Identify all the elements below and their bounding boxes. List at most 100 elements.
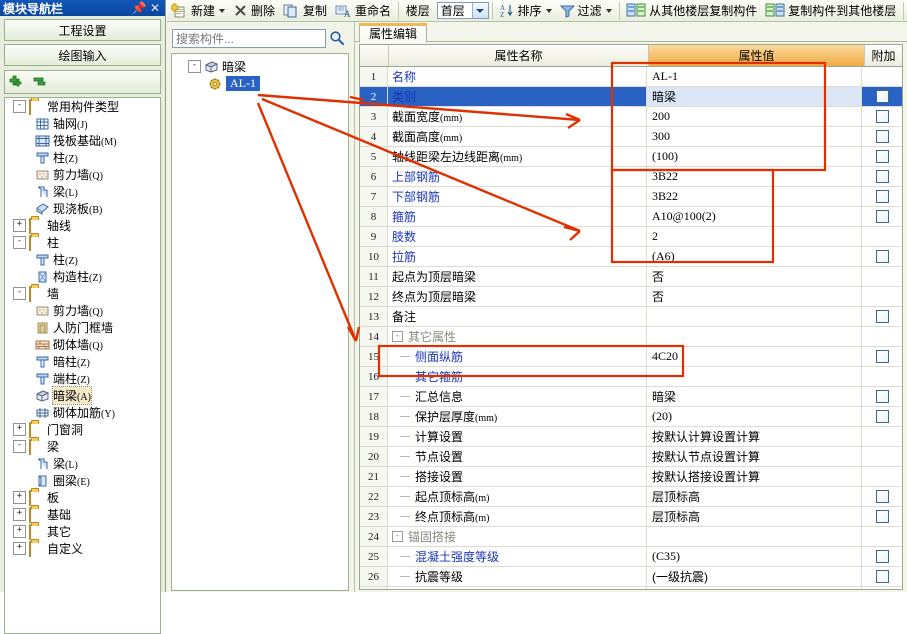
property-value-cell[interactable]: A10@100(2) <box>647 207 862 226</box>
attach-cell[interactable] <box>862 267 902 286</box>
collapse-expander-icon[interactable]: - <box>13 440 26 453</box>
module-tree-item[interactable]: + 门窗洞 <box>5 421 160 438</box>
collapse-group-icon[interactable]: - <box>392 331 403 342</box>
property-value-cell[interactable]: 3B22 <box>647 167 862 186</box>
attach-checkbox[interactable] <box>875 310 889 323</box>
nav-button-drawing-input[interactable]: 绘图输入 <box>4 44 161 66</box>
attach-checkbox[interactable] <box>875 150 889 163</box>
expand-expander-icon[interactable]: + <box>13 542 26 555</box>
property-name-cell[interactable]: 搭接设置 <box>388 467 647 486</box>
property-name-cell[interactable]: 名称 <box>388 67 647 86</box>
attach-cell[interactable] <box>862 327 902 346</box>
module-tree-item[interactable]: 砌体加筋(Y) <box>5 404 160 421</box>
module-tree-item[interactable]: 暗梁(A) <box>5 386 160 405</box>
property-value-cell[interactable]: 否 <box>647 287 862 306</box>
property-row[interactable]: 4 截面高度(mm) 300 <box>360 127 902 147</box>
chevron-down-icon[interactable] <box>605 8 612 13</box>
component-tree-item-al1[interactable]: AL-1 <box>172 75 348 92</box>
module-tree-item[interactable]: 现浇板(B) <box>5 200 160 217</box>
attach-checkbox[interactable] <box>875 390 889 403</box>
module-tree-item[interactable]: - 常用构件类型 <box>5 98 160 115</box>
property-row[interactable]: 12 终点为顶层暗梁 否 <box>360 287 902 307</box>
property-value-cell[interactable]: 否 <box>647 267 862 286</box>
attach-checkbox[interactable] <box>875 130 889 143</box>
close-icon[interactable]: ✕ <box>147 1 163 15</box>
attach-checkbox[interactable] <box>875 110 889 123</box>
property-value-cell[interactable]: 200 <box>647 107 862 126</box>
collapse-group-icon[interactable]: - <box>392 531 403 542</box>
attach-cell[interactable] <box>862 127 902 146</box>
property-name-cell[interactable]: 肢数 <box>388 227 647 246</box>
attach-checkbox[interactable] <box>875 490 889 503</box>
property-name-cell[interactable]: 终点顶标高(m) <box>388 507 647 526</box>
attach-cell[interactable] <box>862 547 902 566</box>
attach-checkbox[interactable] <box>875 210 889 223</box>
attach-cell[interactable] <box>862 347 902 366</box>
module-tree-item[interactable]: 梁(L) <box>5 455 160 472</box>
delete-button[interactable]: 删除 <box>229 1 279 21</box>
property-name-cell[interactable]: 混凝土强度等级 <box>388 547 647 566</box>
new-button[interactable]: 新建 <box>167 1 229 21</box>
expand-expander-icon[interactable]: + <box>13 491 26 504</box>
property-grid-body[interactable]: 1 名称 AL-1 2 类别 暗梁 3 截面宽度(mm) 200 4 截面高度(mm) 300 5 轴线距… <box>360 67 902 589</box>
component-tree-root[interactable]: - 暗梁 <box>172 58 348 75</box>
module-tree-item[interactable]: -梁 <box>5 438 160 455</box>
property-value-cell[interactable]: (C35) <box>647 547 862 566</box>
module-tree-item[interactable]: 剪力墙(Q) <box>5 166 160 183</box>
property-value-cell[interactable]: (33) <box>647 587 862 589</box>
module-tree[interactable]: - 常用构件类型 轴网(J) 筏板基础(M) 柱(Z) 剪力墙(Q) 梁(L) 现浇板(B) +… <box>4 97 161 634</box>
property-name-cell[interactable]: 备注 <box>388 307 647 326</box>
module-tree-item[interactable]: 筏板基础(M) <box>5 132 160 149</box>
property-row[interactable]: 17 汇总信息 暗梁 <box>360 387 902 407</box>
attach-cell[interactable] <box>862 387 902 406</box>
property-grid[interactable]: 属性名称 属性值 附加 1 名称 AL-1 2 类别 暗梁 3 截面宽度(mm) 200 4 截面高… <box>359 44 903 590</box>
property-row[interactable]: 23 终点顶标高(m) 层顶标高 <box>360 507 902 527</box>
search-input[interactable]: 搜索构件... <box>172 28 326 48</box>
expand-expander-icon[interactable]: + <box>13 219 26 232</box>
attach-cell[interactable] <box>862 87 902 106</box>
attach-checkbox[interactable] <box>875 510 889 523</box>
module-tree-item[interactable]: 圈梁(E) <box>5 472 160 489</box>
attach-cell[interactable] <box>862 207 902 226</box>
property-name-cell[interactable]: 保护层厚度(mm) <box>388 407 647 426</box>
nav-button-project-settings[interactable]: 工程设置 <box>4 19 161 41</box>
copy-from-other-floor-button[interactable]: 从其他楼层复制构件 <box>622 1 761 21</box>
copy-button[interactable]: 复制 <box>279 1 331 21</box>
property-value-cell[interactable]: 暗梁 <box>647 87 862 106</box>
property-row[interactable]: 22 起点顶标高(m) 层顶标高 <box>360 487 902 507</box>
property-name-cell[interactable]: 截面高度(mm) <box>388 127 647 146</box>
attach-cell[interactable] <box>862 447 902 466</box>
property-value-cell[interactable]: (100) <box>647 147 862 166</box>
property-name-cell[interactable]: 起点为顶层暗梁 <box>388 267 647 286</box>
sort-button[interactable]: A Z 排序 <box>496 1 556 21</box>
property-row[interactable]: 5 轴线距梁左边线距离(mm) (100) <box>360 147 902 167</box>
module-tree-item[interactable]: 梁(L) <box>5 183 160 200</box>
module-tree-item[interactable]: 轴网(J) <box>5 115 160 132</box>
module-tree-item[interactable]: 剪力墙(Q) <box>5 302 160 319</box>
property-value-cell[interactable]: 按默认搭接设置计算 <box>647 467 862 486</box>
expand-expander-icon[interactable]: + <box>13 423 26 436</box>
module-tree-item[interactable]: + 基础 <box>5 506 160 523</box>
module-tree-item[interactable]: 构造柱(Z) <box>5 268 160 285</box>
property-value-cell[interactable]: 按默认计算设置计算 <box>647 427 862 446</box>
attach-cell[interactable] <box>862 527 902 546</box>
property-row[interactable]: 14- 其它属性 <box>360 327 902 347</box>
property-name-cell[interactable]: 抗震等级 <box>388 567 647 586</box>
property-row[interactable]: 3 截面宽度(mm) 200 <box>360 107 902 127</box>
module-tree-item[interactable]: 人防门框墙 <box>5 319 160 336</box>
property-row[interactable]: 25 混凝土强度等级 (C35) <box>360 547 902 567</box>
property-row[interactable]: 24- 锚固搭接 <box>360 527 902 547</box>
property-value-cell[interactable]: (一级抗震) <box>647 567 862 586</box>
module-tree-item[interactable]: 柱(Z) <box>5 251 160 268</box>
floor-select[interactable]: 首层 <box>436 2 489 19</box>
attach-cell[interactable] <box>862 187 902 206</box>
property-value-cell[interactable] <box>647 527 862 546</box>
attach-checkbox[interactable] <box>875 350 889 363</box>
property-name-cell[interactable]: 汇总信息 <box>388 387 647 406</box>
module-tree-item[interactable]: 砌体墙(Q) <box>5 336 160 353</box>
attach-cell[interactable] <box>862 467 902 486</box>
tab-property-edit[interactable]: 属性编辑 <box>359 23 428 43</box>
collapse-expander-icon[interactable]: - <box>13 287 26 300</box>
attach-cell[interactable] <box>862 287 902 306</box>
property-row[interactable]: 27 HPB235(A),HPB300(A)锚固 (33) <box>360 587 902 589</box>
